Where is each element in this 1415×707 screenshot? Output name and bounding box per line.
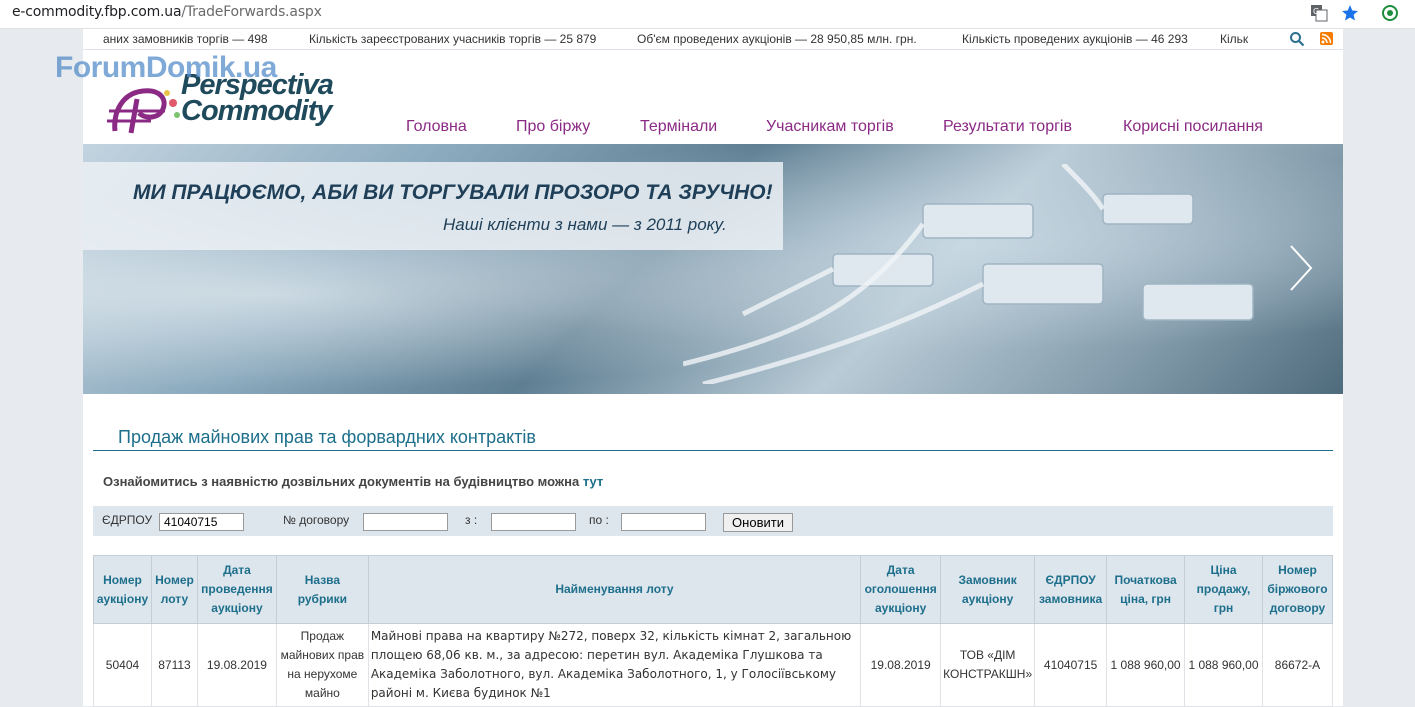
stats-ticker: аних замовників торгів — 498 Кількість з… xyxy=(83,29,1343,50)
logo-text-line2: Commodity xyxy=(181,95,332,127)
banner-headline: МИ ПРАЦЮЄМО, АБИ ВИ ТОРГУВАЛИ ПРОЗОРО ТА… xyxy=(133,181,773,204)
contract-input[interactable] xyxy=(363,513,448,531)
ticker-item: Кількість проведених аукціонів — 46 293 xyxy=(962,32,1188,46)
cell-customer-edrpou: 41040715 xyxy=(1034,623,1108,707)
filter-bar: ЄДРПОУ № договору з : по : Оновити xyxy=(93,506,1333,536)
translate-icon[interactable]: G xyxy=(1310,4,1328,22)
cell-category: Продаж майнових прав на нерухоме майно xyxy=(275,623,369,707)
date-to-input[interactable] xyxy=(621,513,706,531)
col-header-announce-date: Дата оголошення аукціону xyxy=(860,555,942,624)
cell-lot-no: 87113 xyxy=(150,623,198,707)
contract-label: № договору xyxy=(283,513,350,527)
cell-lot-name: Майнові права на квартиру №272, поверх 3… xyxy=(367,623,862,707)
col-header-category: Назва рубрики xyxy=(275,555,369,624)
col-header-customer-edrpou: ЄДРПОУ замовника xyxy=(1034,555,1108,624)
cell-start-price: 1 088 960,00 xyxy=(1106,623,1186,707)
cell-announce-date: 19.08.2019 xyxy=(860,623,942,707)
logo-mark-icon xyxy=(107,88,180,134)
svg-text:G: G xyxy=(1313,7,1319,16)
update-button[interactable]: Оновити xyxy=(723,513,793,532)
banner-subline: Наші клієнти з нами — з 2011 року. xyxy=(443,215,727,234)
permits-note-text: Ознайомитись з наявністю дозвільних доку… xyxy=(103,474,580,489)
col-header-auction-date: Дата проведення аукціону xyxy=(196,555,277,624)
nav-item-results[interactable]: Результати торгів xyxy=(943,118,1072,136)
watermark: ForumDomik.ua xyxy=(55,51,277,84)
date-to-label: по : xyxy=(589,513,609,527)
nav-item-terminals[interactable]: Термінали xyxy=(640,118,717,136)
nav-item-participants[interactable]: Учасникам торгів xyxy=(766,118,894,136)
browser-address-bar[interactable]: e-commodity.fbp.com.ua/TradeForwards.asp… xyxy=(0,0,1415,29)
col-header-auction-no: Номер аукціону xyxy=(93,555,152,624)
ticker-item: аних замовників торгів — 498 xyxy=(103,32,268,46)
permits-link[interactable]: тут xyxy=(583,474,603,489)
ticker-item: Об'єм проведених аукціонів — 28 950,85 м… xyxy=(637,32,917,46)
date-from-label: з : xyxy=(465,513,478,527)
cell-auction-date: 19.08.2019 xyxy=(196,623,277,707)
ticker-item: Кількість зареєстрованих учасників торгі… xyxy=(309,32,597,46)
cell-contract-no: 86672-А xyxy=(1261,623,1334,707)
title-divider xyxy=(93,450,1333,451)
nav-item-about[interactable]: Про біржу xyxy=(516,118,590,136)
col-header-lot-no: Номер лоту xyxy=(150,555,198,624)
page-title: Продаж майнових прав та форвардних контр… xyxy=(118,427,536,447)
col-header-customer: Замовник аукціону xyxy=(940,555,1036,624)
ticker-item: Кільк xyxy=(1220,32,1249,46)
url-text[interactable]: e-commodity.fbp.com.ua/TradeForwards.asp… xyxy=(12,4,322,20)
col-header-contract-no: Номер біржового договору xyxy=(1261,555,1334,624)
cell-sale-price: 1 088 960,00 xyxy=(1184,623,1263,707)
rss-icon[interactable] xyxy=(1320,32,1333,45)
auctions-table: Номер аукціону Номер лоту Дата проведенн… xyxy=(93,555,1334,707)
banner-caption-box xyxy=(83,162,783,250)
bookmark-star-icon[interactable] xyxy=(1341,4,1359,22)
cell-customer: ТОВ «ДІМ КОНСТРАКШН» xyxy=(940,623,1036,707)
col-header-sale-price: Ціна продажу, грн xyxy=(1184,555,1263,624)
url-path: /TradeForwards.aspx xyxy=(181,4,322,20)
hero-banner: МИ ПРАЦЮЄМО, АБИ ВИ ТОРГУВАЛИ ПРОЗОРО ТА… xyxy=(83,144,1343,394)
page: аних замовників торгів — 498 Кількість з… xyxy=(55,29,1343,707)
col-header-start-price: Початкова ціна, грн xyxy=(1106,555,1186,624)
table-header-row: Номер аукціону Номер лоту Дата проведенн… xyxy=(93,555,1334,624)
edrpou-label: ЄДРПОУ xyxy=(102,513,153,527)
col-header-lot-name: Найменування лоту xyxy=(367,555,862,624)
search-icon[interactable] xyxy=(1289,31,1305,47)
date-from-input[interactable] xyxy=(491,513,576,531)
edrpou-input[interactable] xyxy=(159,513,244,531)
nav-item-home[interactable]: Головна xyxy=(406,118,467,136)
url-host: e-commodity.fbp.com.ua xyxy=(12,4,182,20)
cell-auction-no: 50404 xyxy=(93,623,152,707)
nav-item-links[interactable]: Корисні посилання xyxy=(1123,118,1263,136)
table-row[interactable]: 50404 87113 19.08.2019 Продаж майнових п… xyxy=(93,623,1334,707)
extension-icon[interactable] xyxy=(1381,4,1399,22)
chevron-right-icon[interactable] xyxy=(1288,244,1314,292)
permits-note: Ознайомитись з наявністю дозвільних доку… xyxy=(103,474,603,489)
